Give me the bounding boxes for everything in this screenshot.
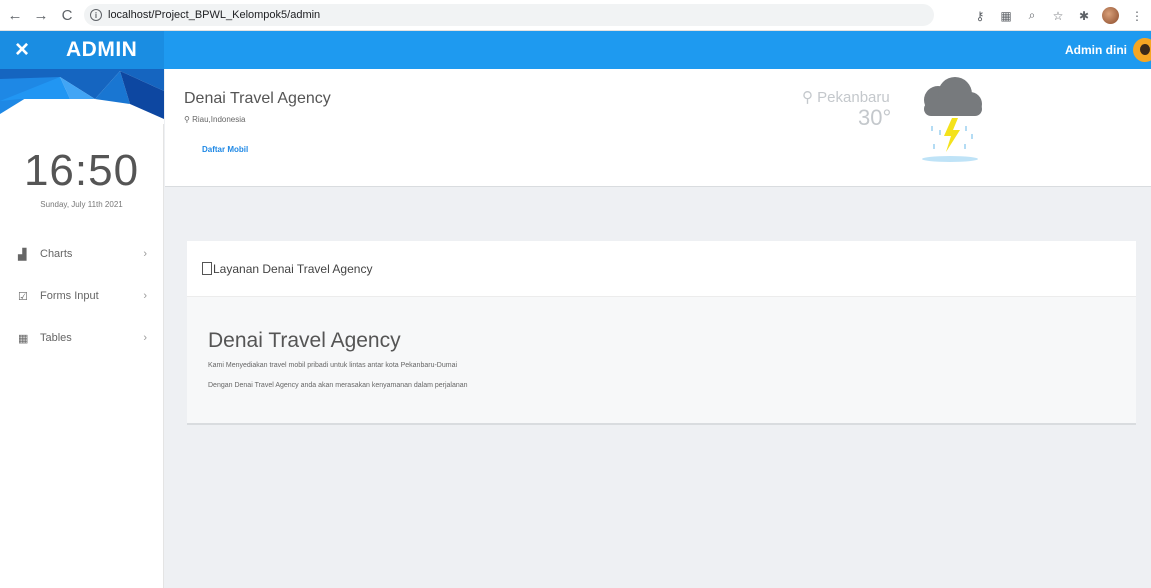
weather-city: ⚲ Pekanbaru [802, 89, 890, 106]
url-text: localhost/Project_BPWL_Kelompok5/admin [108, 9, 321, 21]
clock-date: Sunday, July 11th 2021 [40, 200, 123, 209]
profile-avatar[interactable] [1102, 7, 1119, 24]
card-description-line-2: Dengan Denai Travel Agency anda akan mer… [208, 382, 468, 389]
card-header-title: Layanan Denai Travel Agency [213, 261, 373, 276]
chevron-right-icon: › [143, 332, 147, 344]
table-icon: ▦ [18, 332, 29, 345]
back-button[interactable]: ← [4, 4, 26, 26]
zoom-icon[interactable]: ⌕ [1024, 8, 1040, 23]
card-description-line-1: Kami Menyediakan travel mobil pribadi un… [208, 362, 458, 369]
user-avatar[interactable] [1133, 38, 1151, 62]
chart-icon: ▟ [18, 248, 27, 261]
sidebar-item-charts[interactable]: ▟ Charts › [0, 233, 163, 275]
weather-temperature: 30° [858, 105, 892, 130]
mobile-icon [202, 262, 212, 275]
checkbox-icon: ☑ [18, 290, 28, 303]
browser-menu-icon[interactable]: ⋮ [1129, 9, 1145, 23]
sidebar-banner [0, 69, 164, 124]
map-pin-icon: ⚲ [184, 115, 190, 124]
sidebar-item-forms-input[interactable]: ☑ Forms Input › [0, 275, 163, 317]
company-name: Denai Travel Agency [184, 90, 331, 107]
service-card: Layanan Denai Travel Agency Denai Travel… [187, 241, 1136, 425]
site-info-icon[interactable]: i [90, 9, 102, 21]
card-title: Denai Travel Agency [208, 329, 401, 352]
user-name: Admin dini [1065, 43, 1127, 57]
chevron-right-icon: › [143, 248, 147, 260]
key-icon[interactable]: ⚷ [972, 9, 988, 23]
forward-button[interactable]: → [30, 4, 52, 26]
address-bar[interactable]: i localhost/Project_BPWL_Kelompok5/admin [84, 4, 934, 26]
clock-time: 16:50 [23, 146, 140, 195]
chevron-right-icon: › [143, 290, 147, 302]
sidebar-menu: ▟ Charts › ☑ Forms Input › ▦ Tables › [0, 233, 163, 359]
thunderstorm-icon [922, 77, 982, 162]
browser-actions: ⚷ ▦ ⌕ ☆ ✱ ⋮ [972, 0, 1145, 31]
sidebar-item-label: Tables [40, 332, 72, 344]
company-location: ⚲ Riau,Indonesia [184, 115, 246, 124]
brand-area: × ADMIN [0, 31, 164, 69]
info-panel: Denai Travel Agency ⚲ Riau,Indonesia Daf… [165, 69, 1151, 187]
daftar-mobil-link[interactable]: Daftar Mobil [202, 145, 248, 154]
sidebar-item-tables[interactable]: ▦ Tables › [0, 317, 163, 359]
admin-header: × ADMIN Admin dini [0, 31, 1151, 69]
close-sidebar-button[interactable]: × [0, 31, 44, 69]
map-pin-icon: ⚲ [802, 89, 813, 106]
user-menu[interactable]: Admin dini [1065, 31, 1151, 69]
sidebar-item-label: Forms Input [40, 290, 99, 302]
translate-icon[interactable]: ▦ [998, 9, 1014, 23]
card-header: Layanan Denai Travel Agency [187, 241, 1136, 297]
reload-button[interactable]: C [56, 4, 78, 26]
browser-toolbar: ← → C i localhost/Project_BPWL_Kelompok5… [0, 0, 1151, 31]
sidebar-item-label: Charts [40, 248, 73, 260]
bookmark-star-icon[interactable]: ☆ [1050, 9, 1066, 23]
sidebar: 16:50 Sunday, July 11th 2021 ▟ Charts › … [0, 69, 164, 588]
brand-title: ADMIN [66, 38, 138, 61]
extensions-icon[interactable]: ✱ [1076, 9, 1092, 23]
